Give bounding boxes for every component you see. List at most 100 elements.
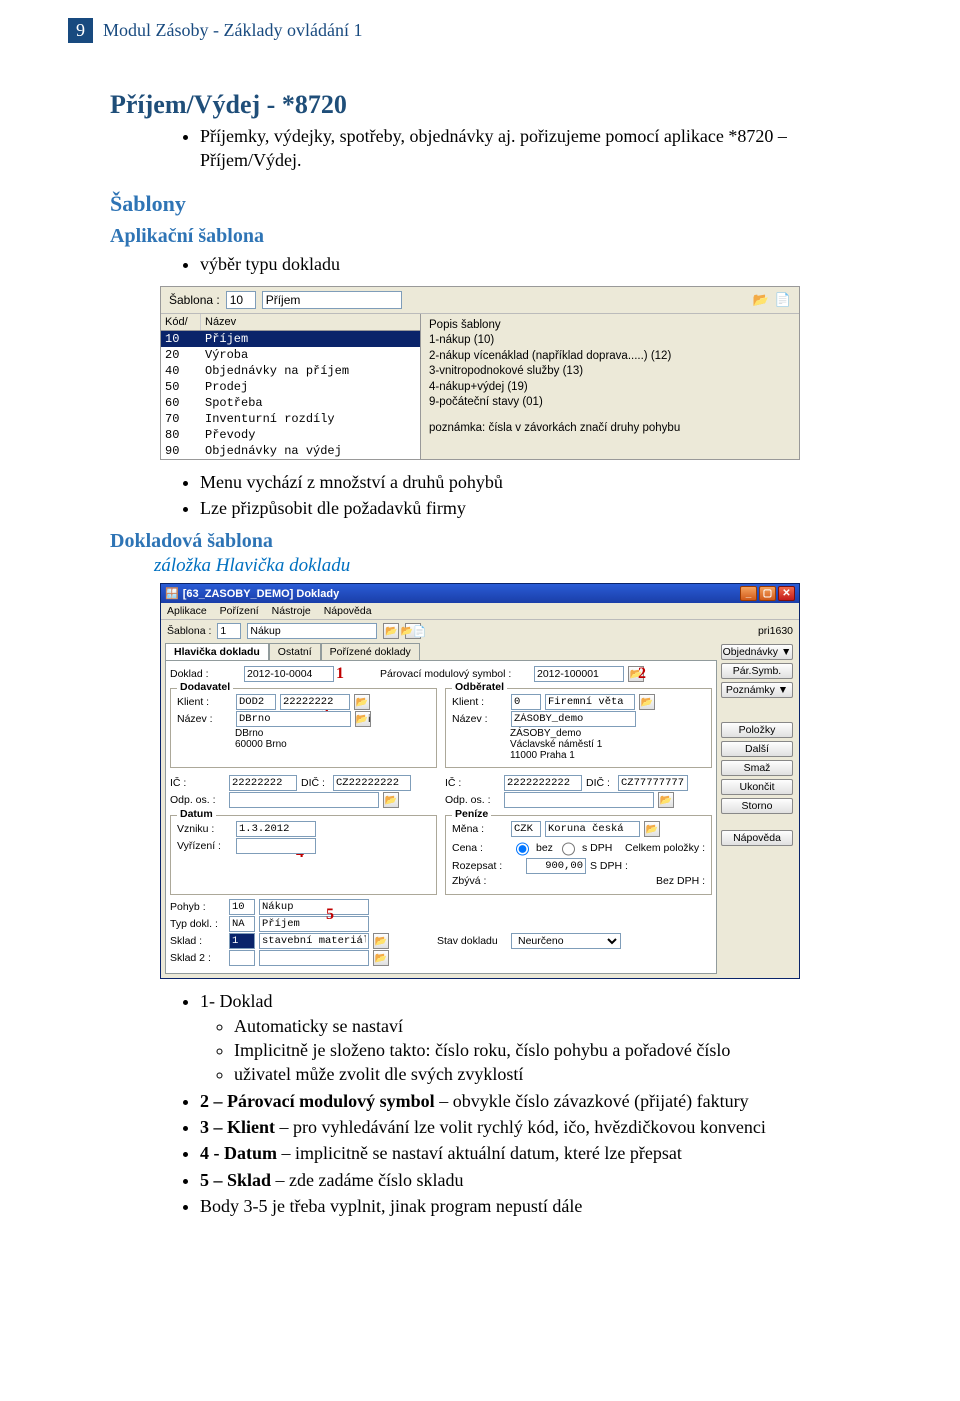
lookup-icon[interactable] — [354, 694, 370, 710]
radio-bez-dph[interactable] — [516, 841, 529, 857]
menu-napoveda[interactable]: Nápověda — [324, 605, 372, 617]
klient-kod-input[interactable] — [236, 694, 276, 710]
list-item[interactable]: 80Převody — [161, 427, 420, 443]
ic-input[interactable] — [504, 775, 582, 791]
btn-smaz[interactable]: Smaž — [721, 760, 793, 776]
stavdokl-label: Stav dokladu — [437, 935, 507, 947]
btn-ukoncit[interactable]: Ukončit — [721, 779, 793, 795]
page-header: 9 Modul Zásoby - Základy ovládání 1 — [68, 18, 362, 43]
lookup-icon[interactable] — [373, 933, 389, 949]
btn-storno[interactable]: Storno — [721, 798, 793, 814]
klient-label: Klient : — [452, 696, 507, 708]
pohyb-nazev-input[interactable] — [259, 899, 369, 915]
nazev-input[interactable] — [236, 711, 351, 727]
btn-poznamky[interactable]: Poznámky ▼ — [721, 682, 793, 698]
klient-ic-input[interactable] — [280, 694, 350, 710]
vyrizeni-input[interactable] — [236, 838, 316, 854]
stavdokl-select[interactable]: Neurčeno — [511, 933, 621, 949]
sklad2-nazev-input[interactable] — [259, 950, 369, 966]
lookup-icon[interactable] — [658, 792, 674, 808]
nazev-input[interactable] — [511, 711, 636, 727]
page-number: 9 — [68, 18, 93, 43]
cena-label: Cena : — [452, 842, 507, 854]
typdokl-nazev-input[interactable] — [259, 916, 369, 932]
lookup-icon[interactable] — [383, 792, 399, 808]
bullet-vyber-typu: výběr typu dokladu — [200, 252, 890, 276]
menu-porizeni[interactable]: Pořízení — [220, 605, 259, 617]
btn-objednavky[interactable]: Objednávky ▼ — [721, 644, 793, 660]
tab-hlavicka[interactable]: Hlavička dokladu — [165, 643, 269, 661]
tab-ostatni[interactable]: Ostatní — [269, 643, 321, 661]
lookup-icon[interactable] — [639, 694, 655, 710]
lookup-icon[interactable] — [628, 666, 644, 682]
sablona-name-input[interactable] — [247, 623, 377, 639]
klient-label: Klient : — [177, 696, 232, 708]
nazev-label: Název : — [452, 713, 507, 725]
pms-input[interactable] — [534, 666, 624, 682]
template-description: Popis šablony 1-nákup (10) 2-nákup vícen… — [421, 314, 799, 459]
template-list[interactable]: Kód/ Název 10 Příjem 20Výroba 40Objednáv… — [161, 314, 421, 459]
rozepsat-input[interactable] — [526, 858, 586, 874]
dic-label: DIČ : — [586, 777, 614, 789]
legend-1c: uživatel může zvolit dle svých zvyklostí — [234, 1062, 890, 1086]
btn-polozky[interactable]: Položky — [721, 722, 793, 738]
list-item[interactable]: 90Objednávky na výdej — [161, 443, 420, 459]
menu-aplikace[interactable]: Aplikace — [167, 605, 207, 617]
sablona-code-input[interactable] — [226, 291, 256, 309]
list-item[interactable]: 40Objednávky na příjem — [161, 363, 420, 379]
sklad-input[interactable] — [229, 933, 255, 949]
typdokl-kod-input[interactable] — [229, 916, 255, 932]
pohyb-kod-input[interactable] — [229, 899, 255, 915]
dodavatel-legend: Dodavatel — [177, 681, 233, 693]
intro-bullet: Příjemky, výdejky, spotřeby, objednávky … — [200, 124, 890, 173]
btn-parsymb[interactable]: Pár.Symb. — [721, 663, 793, 679]
dic-input[interactable] — [618, 775, 688, 791]
doc-icon[interactable] — [775, 292, 791, 308]
list-nazev: Příjem — [201, 331, 252, 347]
menubar[interactable]: Aplikace Pořízení Nástroje Nápověda — [161, 603, 799, 620]
sablona-name-input[interactable] — [262, 291, 402, 309]
odpos-input[interactable] — [504, 792, 654, 808]
list-kod: 10 — [161, 331, 201, 347]
doc-icon[interactable]: 📄 — [405, 623, 421, 639]
menu-nastroje[interactable]: Nástroje — [272, 605, 311, 617]
odpos-input[interactable] — [229, 792, 379, 808]
heading-sablony: Šablony — [110, 191, 890, 217]
lookup-icon[interactable] — [373, 950, 389, 966]
folder-icon[interactable] — [383, 623, 399, 639]
list-item[interactable]: 70Inventurní rozdíly — [161, 411, 420, 427]
radio-s-dph[interactable] — [562, 841, 575, 857]
btn-dalsi[interactable]: Další — [721, 741, 793, 757]
desc-title: Popis šablony — [429, 318, 791, 334]
pms-label: Párovací modulový symbol : — [380, 668, 530, 680]
folder-icon[interactable] — [753, 292, 769, 308]
doklad-input[interactable] — [244, 666, 334, 682]
vzniku-input[interactable] — [236, 821, 316, 837]
klient-kod-input[interactable] — [511, 694, 541, 710]
side-buttons: Objednávky ▼ Pár.Symb. Poznámky ▼ Položk… — [721, 644, 793, 846]
list-item[interactable]: 10 Příjem — [161, 331, 420, 347]
info-icon[interactable]: i — [355, 711, 371, 727]
dic-input[interactable] — [333, 775, 411, 791]
odberatel-legend: Odběratel — [452, 681, 507, 693]
list-item[interactable]: 20Výroba — [161, 347, 420, 363]
list-item[interactable]: 50Prodej — [161, 379, 420, 395]
close-icon[interactable]: ✕ — [778, 586, 795, 601]
mena-kod-input[interactable] — [511, 821, 541, 837]
minimize-icon[interactable]: _ — [740, 586, 757, 601]
btn-napoveda[interactable]: Nápověda — [721, 830, 793, 846]
maximize-icon[interactable]: ▢ — [759, 586, 776, 601]
legend-4: 4 - Datum – implicitně se nastaví aktuál… — [200, 1141, 890, 1165]
sablona-code-input[interactable] — [217, 623, 241, 639]
list-item[interactable]: 60Spotřeba — [161, 395, 420, 411]
lookup-icon[interactable] — [644, 821, 660, 837]
legend-5: 5 – Sklad – zde zadáme číslo skladu — [200, 1168, 890, 1192]
klient-text-input[interactable] — [545, 694, 635, 710]
window-title: [63_ZASOBY_DEMO] Doklady — [183, 588, 339, 600]
tab-porizene[interactable]: Pořízené doklady — [321, 643, 420, 661]
adresa-line: 60000 Brno — [235, 739, 430, 750]
ic-input[interactable] — [229, 775, 297, 791]
sklad2-input[interactable] — [229, 950, 255, 966]
mena-nazev-input[interactable] — [545, 821, 640, 837]
sklad-nazev-input[interactable] — [259, 933, 369, 949]
